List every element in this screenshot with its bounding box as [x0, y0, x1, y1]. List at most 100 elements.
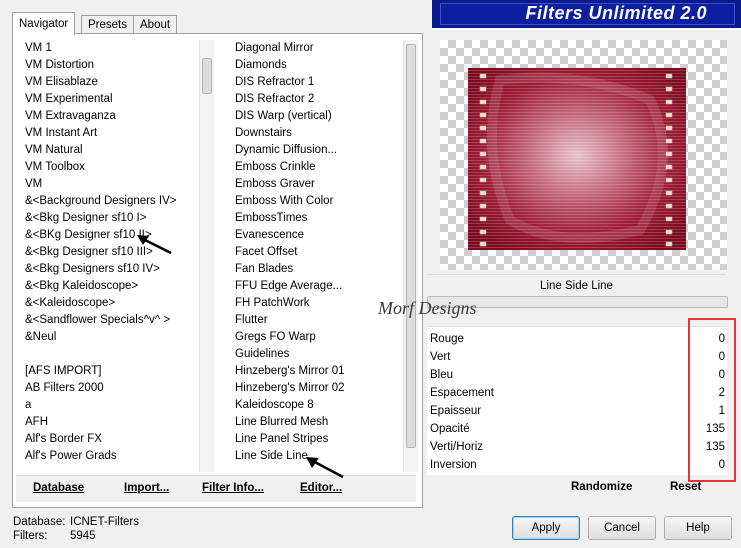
filter-item[interactable]: DIS Refractor 1 [233, 74, 403, 91]
category-scroll-thumb[interactable] [202, 58, 212, 94]
filter-item-label: Diamonds [235, 59, 287, 71]
filter-item[interactable]: Guidelines [233, 346, 403, 363]
parameter-slider-row[interactable]: Opacité 135 [427, 420, 727, 438]
database-value: ICNET-Filters [70, 516, 139, 528]
selected-filter-name: Line Side Line [540, 280, 613, 292]
category-item[interactable]: Alf's Border FX [23, 431, 199, 448]
arrow-annotation-right [306, 457, 344, 479]
filter-item-label: Fan Blades [235, 263, 294, 275]
filter-item[interactable]: Evanescence [233, 227, 403, 244]
arrow-annotation-left [137, 235, 172, 255]
filter-item-label: Hinzeberg's Mirror 01 [235, 365, 345, 377]
filter-item[interactable]: Line Blurred Mesh [233, 414, 403, 431]
filter-item[interactable]: DIS Warp (vertical) [233, 108, 403, 125]
parameter-slider-row[interactable]: Inversion 0 [427, 456, 727, 474]
tab-about[interactable]: About [133, 15, 178, 34]
category-item[interactable]: [AFS IMPORT] [23, 363, 199, 380]
category-item[interactable]: a [23, 397, 199, 414]
category-scrollbar[interactable] [199, 40, 214, 472]
tab-presets[interactable]: Presets [81, 15, 134, 34]
database-label: Database: [13, 516, 66, 528]
filter-item-label: DIS Warp (vertical) [235, 110, 332, 122]
filter-scroll-thumb[interactable] [406, 44, 416, 448]
category-item[interactable]: VM Instant Art [23, 125, 199, 142]
parameter-list: Rouge 0 Vert 0 Bleu 0 Espacement 2 Epaisseur 1 Opa… [427, 326, 727, 475]
filter-item-label: Diagonal Mirror [235, 42, 314, 54]
reset-button[interactable]: Reset [670, 481, 701, 493]
parameter-label: Inversion [430, 459, 477, 471]
filter-item[interactable]: Emboss With Color [233, 193, 403, 210]
filter-item[interactable]: Downstairs [233, 125, 403, 142]
filter-item[interactable]: Diamonds [233, 57, 403, 74]
category-item[interactable]: VM Toolbox [23, 159, 199, 176]
parameter-slider-row[interactable]: Epaisseur 1 [427, 402, 727, 420]
category-item[interactable]: &<Bkg Designers sf10 IV> [23, 261, 199, 278]
randomize-button[interactable]: Randomize [571, 481, 632, 493]
filter-item[interactable]: Line Panel Stripes [233, 431, 403, 448]
parameter-slider-row[interactable]: Vert 0 [427, 348, 727, 366]
parameter-slider-row[interactable]: Rouge 0 [427, 330, 727, 348]
category-item[interactable]: VM Extravaganza [23, 108, 199, 125]
filter-item-label: EmbossTimes [235, 212, 308, 224]
category-item[interactable]: VM Natural [23, 142, 199, 159]
navigator-toolbar: Database Import... Filter Info... Editor… [16, 475, 416, 502]
category-item[interactable]: &<Bkg Designer sf10 I> [23, 210, 199, 227]
help-button[interactable]: Help [664, 516, 732, 540]
filter-item[interactable]: Emboss Graver [233, 176, 403, 193]
parameter-label: Vert [430, 351, 451, 363]
category-item[interactable]: AFH [23, 414, 199, 431]
parameter-slider-row[interactable]: Verti/Horiz 135 [427, 438, 727, 456]
filter-item[interactable]: Gregs FO Warp [233, 329, 403, 346]
filter-item-label: Gregs FO Warp [235, 331, 316, 343]
category-item[interactable]: VM Elisablaze [23, 74, 199, 91]
filter-list[interactable]: Diagonal Mirror Diamonds DIS Refractor 1 DI… [231, 40, 403, 472]
filter-item-label: Flutter [235, 314, 268, 326]
category-item[interactable]: VM Distortion [23, 57, 199, 74]
cancel-button[interactable]: Cancel [588, 516, 656, 540]
category-item[interactable] [23, 346, 199, 363]
category-item[interactable]: Alf's Power Grads [23, 448, 199, 465]
filter-item[interactable]: Dynamic Diffusion... [233, 142, 403, 159]
filter-item[interactable]: Fan Blades [233, 261, 403, 278]
watermark-text: Morf Designs [378, 298, 477, 318]
database-button[interactable]: Database [33, 482, 84, 494]
filter-item[interactable]: Facet Offset [233, 244, 403, 261]
category-item[interactable]: &<Kaleidoscope> [23, 295, 199, 312]
filter-item-label: DIS Refractor 1 [235, 76, 315, 88]
category-item[interactable]: VM 1 [23, 40, 199, 57]
filter-item[interactable]: Emboss Crinkle [233, 159, 403, 176]
filter-item[interactable]: Diagonal Mirror [233, 40, 403, 57]
filter-item-label: Line Panel Stripes [235, 433, 329, 445]
import-button[interactable]: Import... [124, 482, 169, 494]
filter-item[interactable]: Hinzeberg's Mirror 02 [233, 380, 403, 397]
category-item[interactable]: AB Filters 2000 [23, 380, 199, 397]
category-item[interactable]: &<Background Designers IV> [23, 193, 199, 210]
category-item[interactable]: VM Experimental [23, 91, 199, 108]
parameter-slider-row[interactable]: Bleu 0 [427, 366, 727, 384]
parameter-slider-row[interactable]: Espacement 2 [427, 384, 727, 402]
filter-item-label: Facet Offset [235, 246, 298, 258]
filter-item[interactable]: Hinzeberg's Mirror 01 [233, 363, 403, 380]
filter-item-label: Emboss Graver [235, 178, 315, 190]
category-item[interactable]: VM [23, 176, 199, 193]
tab-navigator[interactable]: Navigator [12, 12, 76, 35]
filter-item-label: Line Blurred Mesh [235, 416, 329, 428]
navigator-panel: VM 1 VM Distortion VM Elisablaze VM Experim… [12, 33, 423, 508]
filter-item-label: Evanescence [235, 229, 305, 241]
filter-item-label: Guidelines [235, 348, 290, 360]
filter-info-button[interactable]: Filter Info... [202, 482, 264, 494]
filter-item[interactable]: EmbossTimes [233, 210, 403, 227]
filter-scrollbar[interactable] [403, 40, 418, 472]
apply-button[interactable]: Apply [512, 516, 580, 540]
category-item[interactable]: &<Sandflower Specials^v^ > [23, 312, 199, 329]
parameter-label: Espacement [430, 387, 494, 399]
category-item[interactable]: &<Bkg Kaleidoscope> [23, 278, 199, 295]
filter-item-label: Emboss With Color [235, 195, 334, 207]
filter-item[interactable]: FFU Edge Average... [233, 278, 403, 295]
values-highlight-box [688, 318, 736, 482]
editor-button[interactable]: Editor... [300, 482, 342, 494]
filter-item[interactable]: DIS Refractor 2 [233, 91, 403, 108]
filter-item-label: Line Side Line [235, 450, 308, 462]
filter-item[interactable]: Kaleidoscope 8 [233, 397, 403, 414]
category-item[interactable]: &Neul [23, 329, 199, 346]
